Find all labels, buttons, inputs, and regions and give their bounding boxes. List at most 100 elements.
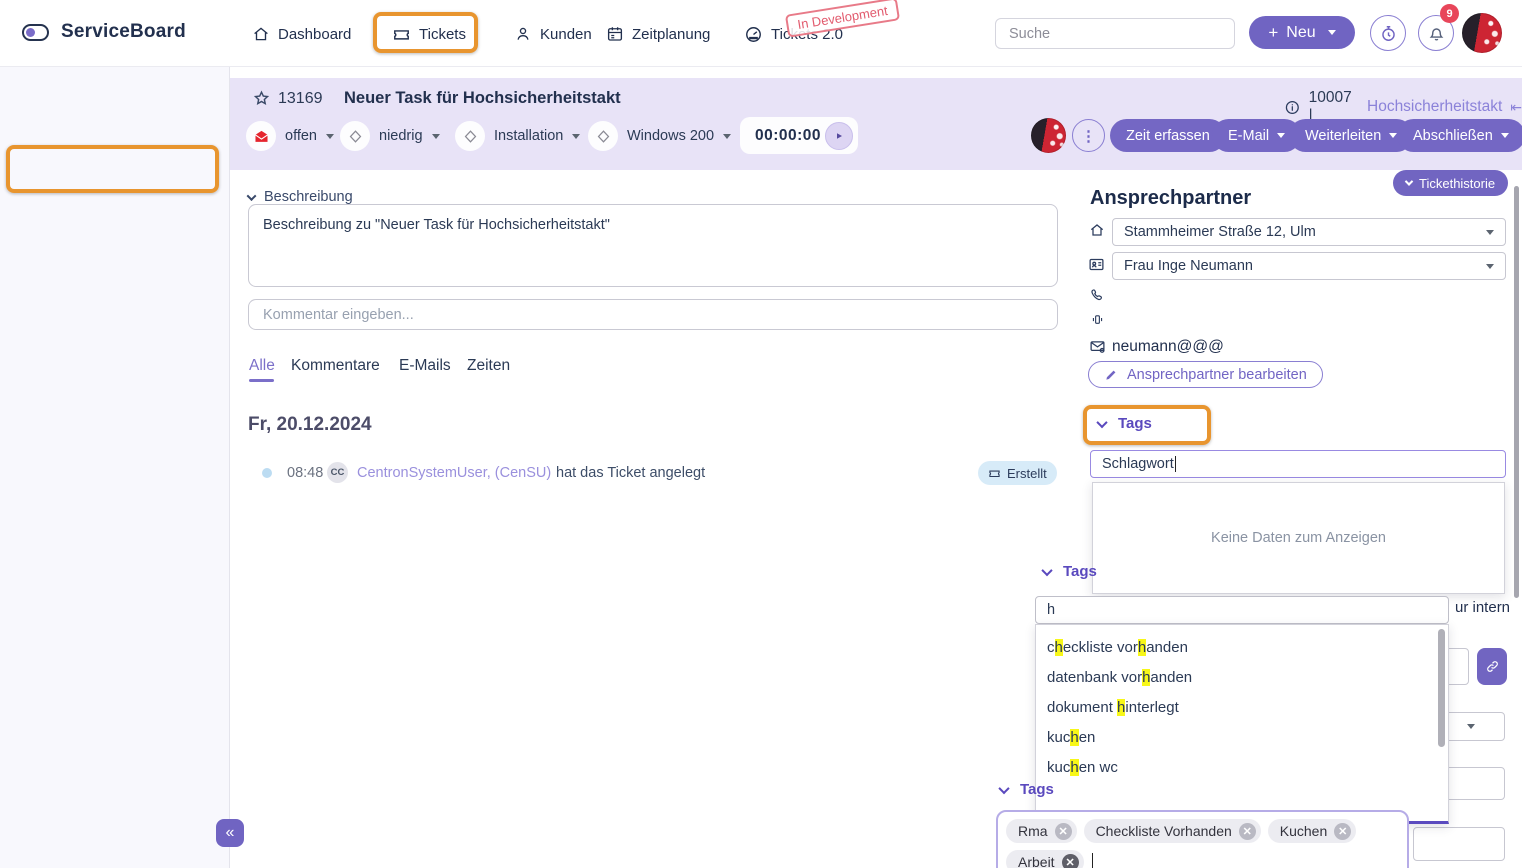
tab-kommentare[interactable]: Kommentare [291,357,380,375]
tags-section-toggle[interactable]: Tags [1000,781,1054,798]
tags-section-toggle[interactable]: Tags [1043,563,1097,580]
tab-emails[interactable]: E-Mails [399,357,451,375]
stopwatch-icon [1379,24,1398,43]
tag-suggestions-empty-panel: Keine Daten zum Anzeigen [1092,482,1505,594]
link-icon [1485,659,1500,674]
text-cursor [1175,456,1176,472]
search-input[interactable] [995,18,1235,49]
description-section-toggle[interactable]: Beschreibung [248,189,353,205]
tags-section-toggle[interactable]: Tags [1098,415,1152,432]
chevron-down-icon [1501,133,1509,138]
assignee-avatar[interactable] [1031,118,1066,153]
text-cursor [1092,853,1093,868]
contact-email-value: neumann@@@ [1112,338,1224,356]
phone-icon [1089,287,1105,303]
collapse-sidebar-icon: « [226,824,235,841]
person-icon [514,25,532,43]
record-time-button[interactable]: Zeit erfassen [1110,119,1226,152]
jump-to-customer-icon[interactable]: ⇤ [1510,99,1522,116]
play-icon [833,130,845,142]
tab-alle[interactable]: Alle [249,357,275,375]
start-timer-button[interactable] [825,122,853,150]
comment-input[interactable]: Kommentar eingeben... [248,299,1058,330]
timeline-time: 08:48 [287,465,323,481]
chevron-down-icon [1486,264,1494,269]
chevron-down-icon [1328,30,1336,35]
timer-value: 00:00:00 [755,127,821,145]
tags-chips-input[interactable]: Rma ✕ Checkliste Vorhanden ✕ Kuchen ✕ Ar… [996,810,1409,868]
calendar-icon [606,25,624,43]
close-ticket-button[interactable]: Abschließen [1397,119,1522,152]
favorite-star-icon[interactable] [252,89,271,108]
home-icon [1089,222,1105,238]
remove-tag-icon[interactable]: ✕ [1062,854,1079,868]
tag-search-input[interactable]: Schlagwort [1090,450,1506,478]
tag-option[interactable]: kuchen wc [1036,752,1448,782]
chevron-down-icon [326,134,334,139]
collapse-sidebar-button[interactable]: « [216,819,244,847]
info-icon[interactable] [1284,99,1301,116]
dropdown-scrollbar[interactable] [1438,629,1445,747]
tag-option[interactable]: dokument hinterlegt [1036,692,1448,722]
system-dropdown[interactable]: Windows 200 [588,120,731,152]
diamond-icon [455,121,485,151]
tag-chip: Arbeit ✕ [1006,850,1084,868]
edit-contact-button[interactable]: Ansprechpartner bearbeiten [1088,361,1323,388]
chevron-down-icon [1405,177,1413,185]
timeline-user-link[interactable]: CentronSystemUser, (CenSU) [357,465,551,481]
plus-icon: + [1268,23,1278,43]
customer-link[interactable]: Hochsicherheitstakt [1367,98,1502,116]
home-icon [252,25,270,43]
diamond-icon [588,121,618,151]
contact-heading: Ansprechpartner [1090,187,1251,210]
side-form-input[interactable] [1413,827,1505,861]
link-button[interactable] [1477,648,1507,685]
tab-zeiten[interactable]: Zeiten [467,357,510,375]
nav-dashboard[interactable]: Dashboard [252,21,351,47]
new-button[interactable]: + Neu [1249,16,1355,49]
notification-count-badge: 9 [1440,4,1459,23]
address-select[interactable]: Stammheimer Straße 12, Ulm [1112,218,1506,246]
nav-tickets[interactable]: Tickets [392,21,466,47]
ticket-title: Neuer Task für Hochsicherheitstakt [344,89,621,108]
ticket-history-button[interactable]: Tickethistorie [1393,170,1508,196]
topbar: ServiceBoard Dashboard Tickets Kunden Ze… [0,0,1522,67]
brand-name: ServiceBoard [61,21,186,43]
serviceboard-app: ServiceBoard Dashboard Tickets Kunden Ze… [0,0,1522,868]
chevron-down-icon [998,782,1009,793]
tag-chip: Checkliste Vorhanden ✕ [1084,819,1261,843]
mobile-phone-icon [1090,312,1105,327]
stopwatch-button[interactable] [1370,15,1406,51]
remove-tag-icon[interactable]: ✕ [1055,823,1072,840]
tag-option[interactable]: datenbank vorhanden [1036,662,1448,692]
chevron-down-icon [1486,230,1494,235]
ticket-icon [392,25,411,44]
tag-option[interactable]: checkliste vorhanden [1036,632,1448,662]
priority-dropdown[interactable]: niedrig [340,120,440,152]
more-options-button[interactable]: ⋮ [1072,119,1105,152]
bell-icon [1427,24,1446,43]
email-button[interactable]: E-Mail [1212,119,1301,152]
status-dropdown[interactable]: offen [246,120,334,152]
remove-tag-icon[interactable]: ✕ [1239,823,1256,840]
page-scrollbar[interactable] [1514,186,1519,598]
tag-option[interactable]: kuchen [1036,722,1448,752]
tag-search-input[interactable]: h [1035,596,1449,624]
nav-kunden[interactable]: Kunden [514,21,592,47]
contact-person-select[interactable]: Frau Inge Neumann [1112,252,1506,280]
description-textarea[interactable]: Beschreibung zu "Neuer Task für Hochsich… [248,204,1058,287]
category-dropdown[interactable]: Installation [455,120,580,152]
timeline-dot [262,468,272,478]
forward-button[interactable]: Weiterleiten [1289,119,1413,152]
brand-logo-icon [22,24,49,41]
remove-tag-icon[interactable]: ✕ [1334,823,1351,840]
tag-chip: Kuchen ✕ [1268,819,1356,843]
user-avatar[interactable] [1462,13,1502,53]
nav-zeitplanung[interactable]: Zeitplanung [606,21,710,47]
diamond-icon [340,121,370,151]
email-icon [1089,338,1106,355]
timeline-action-text: hat das Ticket angelegt [556,465,705,481]
ticket-icon [988,467,1001,480]
contact-card-icon [1088,256,1105,273]
tag-chip: Rma ✕ [1006,819,1077,843]
